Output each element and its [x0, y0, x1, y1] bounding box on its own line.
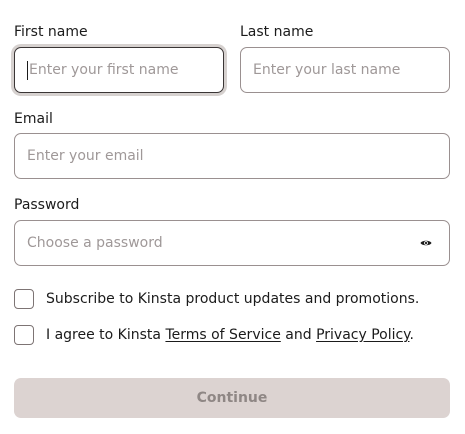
- first-name-field[interactable]: [14, 47, 224, 93]
- terms-of-service-link[interactable]: Terms of Service: [165, 327, 280, 343]
- subscribe-label: Subscribe to Kinsta product updates and …: [46, 291, 420, 307]
- password-field[interactable]: [14, 220, 450, 266]
- agree-suffix: .: [409, 327, 414, 343]
- email-label: Email: [14, 111, 53, 127]
- privacy-policy-link[interactable]: Privacy Policy: [316, 327, 409, 343]
- signup-form: First name Last name Email Password Subs…: [0, 0, 465, 434]
- email-field[interactable]: [14, 133, 450, 179]
- password-input[interactable]: [27, 221, 449, 265]
- subscribe-checkbox[interactable]: [14, 289, 34, 309]
- first-name-input[interactable]: [27, 48, 223, 92]
- email-input[interactable]: [27, 134, 449, 178]
- subscribe-row[interactable]: Subscribe to Kinsta product updates and …: [14, 289, 419, 309]
- eye-icon[interactable]: [419, 236, 433, 250]
- agree-middle: and: [280, 327, 317, 343]
- text-caret: [27, 61, 28, 80]
- continue-button[interactable]: Continue: [14, 378, 450, 418]
- last-name-label: Last name: [240, 24, 314, 40]
- last-name-input[interactable]: [253, 48, 449, 92]
- agree-label: I agree to Kinsta Terms of Service and P…: [46, 326, 414, 344]
- agree-prefix: I agree to Kinsta: [46, 327, 166, 343]
- first-name-label: First name: [14, 24, 88, 40]
- last-name-field[interactable]: [240, 47, 450, 93]
- agree-checkbox[interactable]: [14, 325, 34, 345]
- agree-row[interactable]: I agree to Kinsta Terms of Service and P…: [14, 325, 414, 345]
- password-label: Password: [14, 197, 80, 213]
